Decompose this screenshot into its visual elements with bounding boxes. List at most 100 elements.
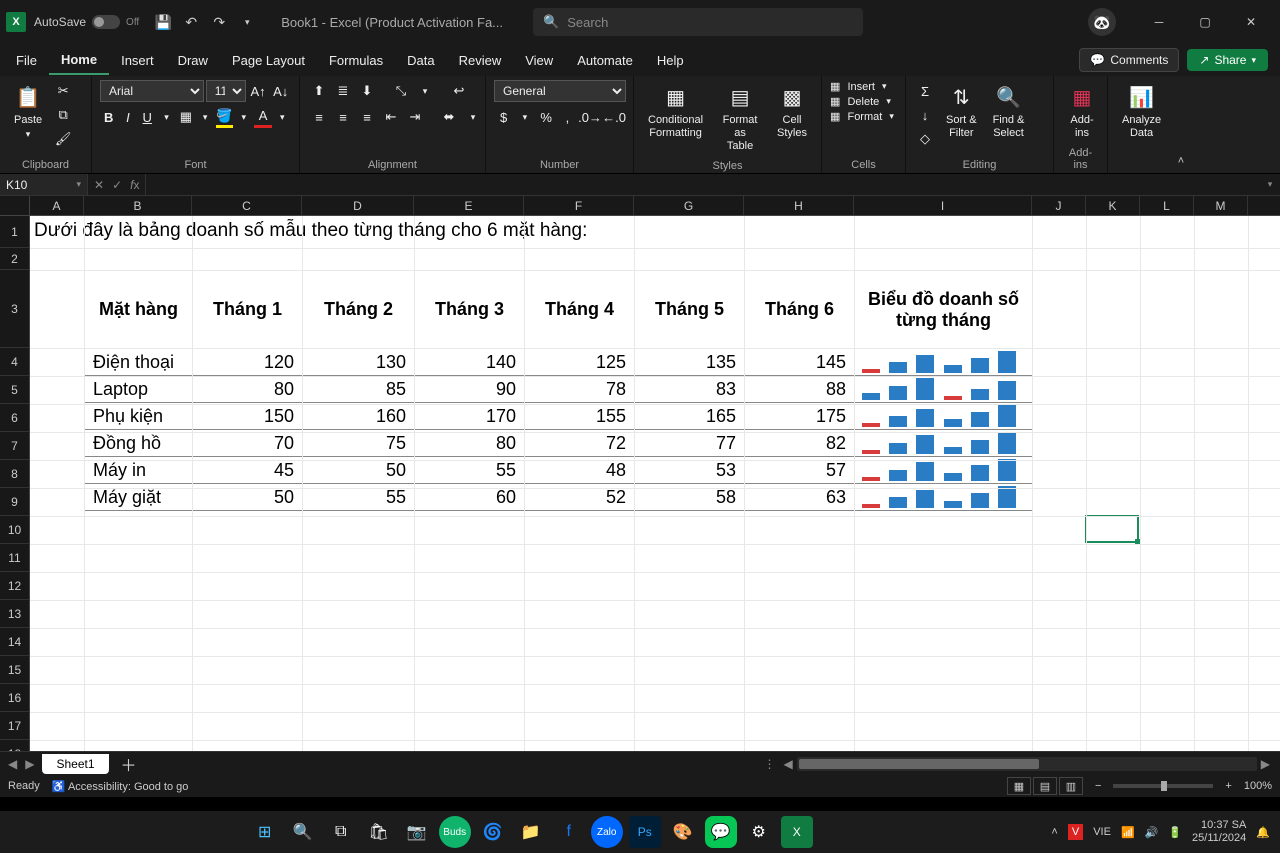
app-icon[interactable]: Buds [439, 816, 471, 848]
row-header[interactable]: 18 [0, 740, 30, 751]
bold-icon[interactable]: B [100, 106, 117, 128]
value-cell[interactable]: 72 [525, 430, 635, 457]
comma-format-icon[interactable]: , [558, 106, 577, 128]
fill-icon[interactable]: ↓ [914, 104, 936, 126]
task-view-icon[interactable]: ⧉ [325, 816, 357, 848]
number-format-select[interactable]: General [494, 80, 626, 102]
insert-cells-button[interactable]: ▦ Insert ▾ [830, 80, 894, 93]
row-header[interactable]: 1 [0, 216, 30, 248]
zoom-level[interactable]: 100% [1244, 780, 1272, 792]
conditional-formatting-button[interactable]: ▦Conditional Formatting [642, 80, 709, 144]
sparkline-cell[interactable] [855, 376, 1033, 403]
column-header[interactable]: A [30, 196, 84, 215]
horizontal-scrollbar[interactable] [797, 757, 1257, 771]
align-top-icon[interactable]: ⬆ [308, 80, 330, 102]
column-header[interactable]: D [302, 196, 414, 215]
row-header[interactable]: 4 [0, 348, 30, 376]
increase-decimal-icon[interactable]: .0→ [579, 106, 601, 128]
value-cell[interactable]: 170 [415, 403, 525, 430]
tab-page-layout[interactable]: Page Layout [220, 47, 317, 74]
tab-review[interactable]: Review [447, 47, 514, 74]
column-header[interactable]: K [1086, 196, 1140, 215]
italic-icon[interactable]: I [119, 106, 136, 128]
row-header[interactable]: 7 [0, 432, 30, 460]
borders-icon[interactable]: ▦ [177, 106, 194, 128]
search-input[interactable]: 🔍 Search [533, 8, 863, 36]
comments-button[interactable]: 💬 Comments [1079, 48, 1179, 72]
row-header[interactable]: 15 [0, 656, 30, 684]
page-break-view-icon[interactable]: ▥ [1059, 777, 1083, 795]
chevron-down-icon[interactable]: ▾ [158, 106, 175, 128]
next-sheet-icon[interactable]: ▶ [25, 757, 34, 771]
column-header[interactable]: J [1032, 196, 1086, 215]
excel-taskbar-icon[interactable]: X [781, 816, 813, 848]
row-header[interactable]: 9 [0, 488, 30, 516]
row-header[interactable]: 6 [0, 404, 30, 432]
copy-icon[interactable]: ⧉ [52, 104, 74, 126]
battery-icon[interactable]: 🔋 [1168, 826, 1182, 839]
column-header[interactable]: L [1140, 196, 1194, 215]
maximize-button[interactable]: ▢ [1182, 0, 1228, 44]
close-button[interactable]: ✕ [1228, 0, 1274, 44]
value-cell[interactable]: 175 [745, 403, 855, 430]
merge-center-icon[interactable]: ⬌ [438, 106, 460, 128]
app-icon[interactable]: 💬 [705, 816, 737, 848]
tab-draw[interactable]: Draw [166, 47, 220, 74]
zoom-in-icon[interactable]: + [1225, 780, 1231, 792]
align-bottom-icon[interactable]: ⬇ [356, 80, 378, 102]
decrease-indent-icon[interactable]: ⇤ [380, 106, 402, 128]
row-header[interactable]: 2 [0, 248, 30, 270]
cell-styles-button[interactable]: ▩Cell Styles [771, 80, 813, 144]
clear-icon[interactable]: ◇ [914, 128, 936, 150]
value-cell[interactable]: 85 [303, 376, 415, 403]
align-center-icon[interactable]: ≡ [332, 106, 354, 128]
tray-chevron-icon[interactable]: ˄ [1051, 826, 1057, 838]
value-cell[interactable]: 88 [745, 376, 855, 403]
format-as-table-button[interactable]: ▤Format as Table [713, 80, 767, 158]
normal-view-icon[interactable]: ▦ [1007, 777, 1031, 795]
zoom-slider[interactable] [1113, 784, 1213, 788]
start-icon[interactable]: ⊞ [249, 816, 281, 848]
column-header[interactable]: F [524, 196, 634, 215]
addins-button[interactable]: ▦Add-ins [1062, 80, 1102, 144]
value-cell[interactable]: 165 [635, 403, 745, 430]
format-cells-button[interactable]: ▦ Format ▾ [830, 110, 894, 123]
fill-color-icon[interactable]: 🪣 [216, 106, 233, 128]
expand-formula-bar-icon[interactable]: ▾ [1260, 174, 1280, 195]
column-header[interactable]: C [192, 196, 302, 215]
sparkline-cell[interactable] [855, 349, 1033, 376]
value-cell[interactable]: 80 [415, 430, 525, 457]
sheet-tab[interactable]: Sheet1 [42, 754, 108, 774]
item-name-cell[interactable]: Phụ kiện [85, 403, 193, 430]
underline-icon[interactable]: U [139, 106, 156, 128]
prev-sheet-icon[interactable]: ◀ [8, 757, 17, 771]
row-header[interactable]: 14 [0, 628, 30, 656]
settings-icon[interactable]: ⚙ [743, 816, 775, 848]
column-header[interactable]: H [744, 196, 854, 215]
value-cell[interactable]: 135 [635, 349, 745, 376]
sparkline-cell[interactable] [855, 430, 1033, 457]
cancel-formula-icon[interactable]: ✕ [94, 178, 104, 192]
value-cell[interactable]: 130 [303, 349, 415, 376]
value-cell[interactable]: 120 [193, 349, 303, 376]
increase-font-icon[interactable]: A↑ [248, 80, 269, 102]
value-cell[interactable]: 83 [635, 376, 745, 403]
paste-button[interactable]: 📋 Paste ▾ [8, 80, 48, 144]
align-left-icon[interactable]: ≡ [308, 106, 330, 128]
tray-app-icon[interactable]: V [1068, 824, 1083, 840]
row-header[interactable]: 3 [0, 270, 30, 348]
zoom-out-icon[interactable]: − [1095, 780, 1101, 792]
tab-automate[interactable]: Automate [565, 47, 645, 74]
find-select-button[interactable]: 🔍Find & Select [987, 80, 1031, 144]
chevron-down-icon[interactable]: ▾ [196, 106, 213, 128]
photoshop-icon[interactable]: Ps [629, 816, 661, 848]
notifications-icon[interactable]: 🔔 [1256, 826, 1270, 839]
row-header[interactable]: 10 [0, 516, 30, 544]
page-layout-view-icon[interactable]: ▤ [1033, 777, 1057, 795]
row-header[interactable]: 17 [0, 712, 30, 740]
sort-filter-button[interactable]: ⇅Sort & Filter [940, 80, 983, 144]
column-header[interactable]: E [414, 196, 524, 215]
value-cell[interactable]: 70 [193, 430, 303, 457]
format-painter-icon[interactable]: 🖌 [52, 128, 74, 150]
font-name-select[interactable]: Arial [100, 80, 204, 102]
